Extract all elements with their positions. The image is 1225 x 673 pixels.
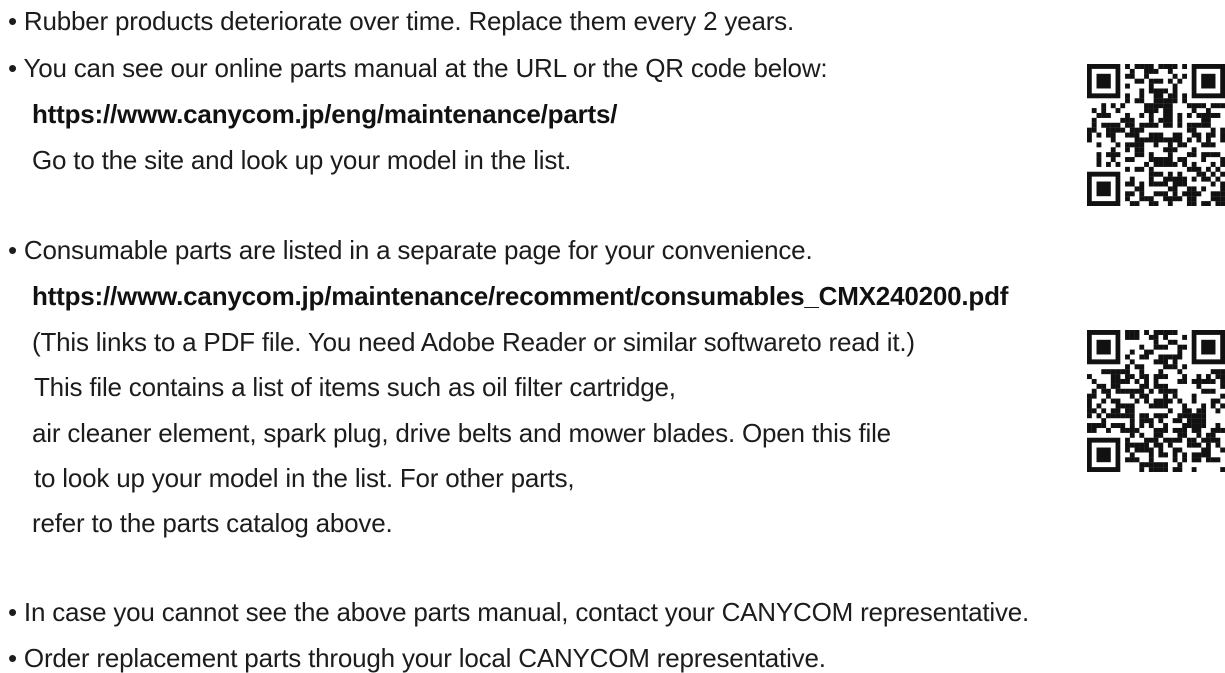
consumables-line: to look up your model in the list. For o… (34, 463, 575, 493)
rubber-notice: • Rubber products deteriorate over time.… (8, 6, 794, 36)
parts-manual-notice: • You can see our online parts manual at… (8, 53, 828, 83)
parts-manual-link[interactable]: https://www.canycom.jp/eng/maintenance/p… (32, 99, 617, 129)
consumables-link[interactable]: https://www.canycom.jp/maintenance/recom… (32, 281, 1008, 311)
consumables-line: air cleaner element, spark plug, drive b… (32, 418, 891, 448)
qr-code-icon[interactable] (1087, 330, 1225, 472)
contact-notice: • In case you cannot see the above parts… (8, 597, 1030, 627)
qr-code-icon[interactable] (1087, 64, 1225, 206)
consumables-line: refer to the parts catalog above. (32, 508, 393, 538)
consumables-line: This file contains a list of items such … (34, 372, 676, 402)
consumables-notice: • Consumable parts are listed in a separ… (8, 235, 813, 265)
parts-manual-instruction: Go to the site and look up your model in… (32, 145, 572, 175)
pdf-note: (This links to a PDF file. You need Adob… (32, 327, 915, 357)
order-notice: • Order replacement parts through your l… (8, 643, 826, 673)
